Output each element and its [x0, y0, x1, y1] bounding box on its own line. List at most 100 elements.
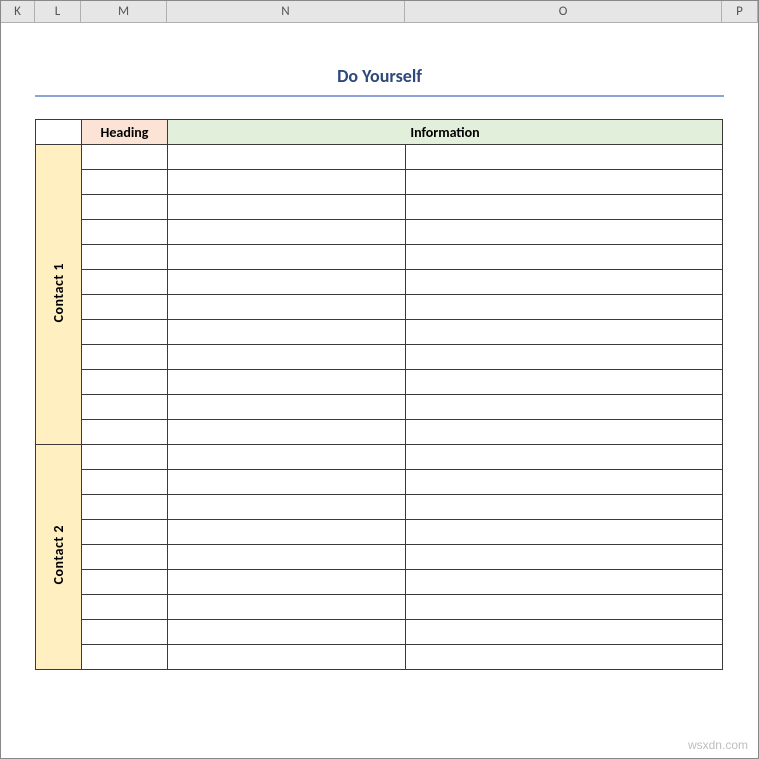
- table-row: Contact 1: [36, 145, 723, 170]
- section-label-contact1[interactable]: Contact 1: [36, 145, 82, 445]
- cell[interactable]: [82, 145, 168, 170]
- cell[interactable]: [82, 495, 168, 520]
- heading-header[interactable]: Heading: [82, 120, 168, 145]
- section-label-contact2[interactable]: Contact 2: [36, 445, 82, 670]
- cell[interactable]: [168, 620, 406, 645]
- table-row: [36, 495, 723, 520]
- col-header-L[interactable]: L: [35, 1, 81, 22]
- cell[interactable]: [82, 470, 168, 495]
- cell[interactable]: [168, 495, 406, 520]
- column-headers-bar: K L M N O P: [1, 1, 758, 23]
- table-row: [36, 345, 723, 370]
- cell[interactable]: [82, 170, 168, 195]
- cell[interactable]: [406, 170, 723, 195]
- cell[interactable]: [406, 220, 723, 245]
- cell[interactable]: [406, 295, 723, 320]
- table-row: [36, 620, 723, 645]
- col-header-O[interactable]: O: [405, 1, 722, 22]
- table-row: [36, 645, 723, 670]
- table-row: Contact 2: [36, 445, 723, 470]
- cell[interactable]: [168, 145, 406, 170]
- cell[interactable]: [168, 245, 406, 270]
- table-row: [36, 570, 723, 595]
- cell[interactable]: [406, 395, 723, 420]
- cell[interactable]: [406, 520, 723, 545]
- col-header-N[interactable]: N: [167, 1, 405, 22]
- cell[interactable]: [406, 345, 723, 370]
- cell[interactable]: [168, 595, 406, 620]
- sheet-area: Do Yourself Heading Information Contact …: [1, 23, 758, 670]
- table-row: [36, 295, 723, 320]
- cell[interactable]: [168, 370, 406, 395]
- table-row: [36, 420, 723, 445]
- table-row: [36, 220, 723, 245]
- cell[interactable]: [406, 270, 723, 295]
- table-row: [36, 270, 723, 295]
- section-label-text: Contact 1: [50, 263, 67, 322]
- table-row: [36, 595, 723, 620]
- cell[interactable]: [168, 520, 406, 545]
- cell[interactable]: [168, 570, 406, 595]
- page-title: Do Yourself: [35, 43, 724, 95]
- cell[interactable]: [168, 395, 406, 420]
- cell[interactable]: [82, 620, 168, 645]
- cell[interactable]: [406, 645, 723, 670]
- cell[interactable]: [82, 570, 168, 595]
- cell[interactable]: [168, 320, 406, 345]
- cell[interactable]: [82, 395, 168, 420]
- cell[interactable]: [168, 545, 406, 570]
- table-row: [36, 170, 723, 195]
- cell[interactable]: [168, 295, 406, 320]
- cell[interactable]: [82, 245, 168, 270]
- cell[interactable]: [168, 270, 406, 295]
- cell[interactable]: [168, 220, 406, 245]
- cell[interactable]: [82, 520, 168, 545]
- cell[interactable]: [168, 345, 406, 370]
- information-header[interactable]: Information: [168, 120, 723, 145]
- cell[interactable]: [82, 595, 168, 620]
- cell[interactable]: [168, 645, 406, 670]
- cell[interactable]: [82, 445, 168, 470]
- cell[interactable]: [406, 570, 723, 595]
- cell[interactable]: [82, 195, 168, 220]
- cell[interactable]: [168, 470, 406, 495]
- cell[interactable]: [406, 470, 723, 495]
- cell[interactable]: [168, 195, 406, 220]
- cell[interactable]: [406, 145, 723, 170]
- cell[interactable]: [82, 270, 168, 295]
- section-label-text: Contact 2: [50, 525, 67, 584]
- cell[interactable]: [406, 445, 723, 470]
- contact-table: Heading Information Contact 1 Contact 2: [35, 119, 723, 670]
- cell[interactable]: [406, 370, 723, 395]
- cell[interactable]: [82, 220, 168, 245]
- cell[interactable]: [406, 495, 723, 520]
- cell[interactable]: [168, 445, 406, 470]
- cell[interactable]: [82, 370, 168, 395]
- cell[interactable]: [82, 320, 168, 345]
- table-row: [36, 395, 723, 420]
- cell[interactable]: [406, 620, 723, 645]
- watermark: wsxdn.com: [688, 738, 748, 752]
- cell[interactable]: [82, 645, 168, 670]
- cell[interactable]: [82, 545, 168, 570]
- title-underline: [35, 95, 724, 97]
- cell[interactable]: [82, 345, 168, 370]
- table-row: [36, 245, 723, 270]
- cell[interactable]: [406, 545, 723, 570]
- col-header-P[interactable]: P: [722, 1, 758, 22]
- cell[interactable]: [168, 420, 406, 445]
- col-header-K[interactable]: K: [1, 1, 35, 22]
- cell[interactable]: [406, 420, 723, 445]
- table-row: [36, 470, 723, 495]
- cell[interactable]: [82, 295, 168, 320]
- table-header-row: Heading Information: [36, 120, 723, 145]
- cell[interactable]: [406, 195, 723, 220]
- cell[interactable]: [82, 420, 168, 445]
- cell[interactable]: [406, 595, 723, 620]
- cell[interactable]: [406, 320, 723, 345]
- cell[interactable]: [168, 170, 406, 195]
- col-header-M[interactable]: M: [81, 1, 167, 22]
- table-row: [36, 545, 723, 570]
- cell[interactable]: [406, 245, 723, 270]
- table-row: [36, 370, 723, 395]
